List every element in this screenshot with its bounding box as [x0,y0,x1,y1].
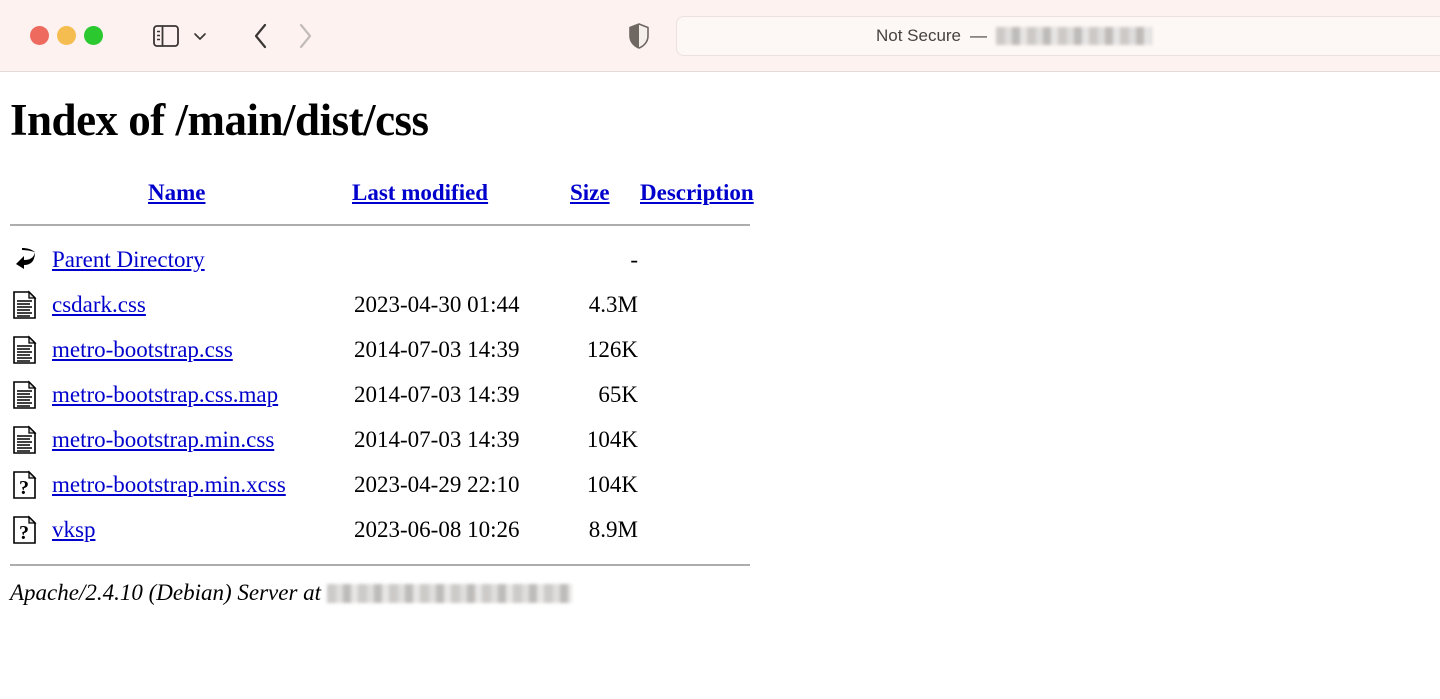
text-file-icon [10,379,40,411]
file-link[interactable]: metro-bootstrap.css.map [52,382,278,407]
text-file-icon [10,289,40,321]
directory-listing-table: Name Last modified Size Description Pare… [10,171,780,566]
row-last-modified-cell: 2014-07-03 14:39 [354,336,520,362]
back-button[interactable] [239,16,283,56]
footer-divider [10,564,750,566]
row-last-modified-cell: 2023-06-08 10:26 [354,516,520,542]
svg-text:?: ? [19,477,29,499]
row-icon-cell [10,327,52,372]
row-icon-cell [10,237,52,282]
listing-footer [10,552,780,566]
row-name-cell: metro-bootstrap.css [52,327,352,372]
row-size-cell: 104K [586,426,638,452]
forward-button[interactable] [283,16,327,56]
file-link[interactable]: metro-bootstrap.min.css [52,427,274,452]
address-content: Not Secure — [875,26,1153,46]
table-row: metro-bootstrap.css.map 2014-07-03 14:39 6… [10,372,780,417]
listing-body: Parent Directory - csdark.css 2023-04-30 01… [10,237,780,552]
sort-by-description-link[interactable]: Description [640,180,754,205]
row-size-cell: 4.3M [588,291,638,317]
row-description-cell [640,372,780,417]
file-link[interactable]: csdark.css [52,292,146,317]
column-header-name[interactable]: Name [52,171,352,215]
file-link[interactable]: Parent Directory [52,247,205,272]
column-header-icon [10,171,52,215]
row-name-cell: csdark.css [52,282,352,327]
toolbar-nav-group [103,16,327,56]
row-icon-cell: ? [10,507,52,552]
sort-by-name-link[interactable]: Name [148,180,205,205]
shield-icon[interactable] [620,17,658,55]
table-row: csdark.css 2023-04-30 01:44 4.3M [10,282,780,327]
listing-header: Name Last modified Size Description [10,171,780,237]
column-header-last-modified[interactable]: Last modified [352,171,570,215]
row-last-modified-cell: 2023-04-30 01:44 [354,291,520,317]
row-size-cell: 104K [586,471,638,497]
row-size-cell: 8.9M [588,516,638,542]
window-controls [30,26,103,45]
row-size-cell: - [630,246,638,272]
header-divider-cell [10,215,780,237]
row-icon-cell [10,282,52,327]
row-description-cell [640,507,780,552]
sort-by-last-modified-link[interactable]: Last modified [352,180,488,205]
row-last-modified-cell: 2023-04-29 22:10 [354,471,520,497]
sort-by-size-link[interactable]: Size [570,180,610,205]
chevron-down-icon[interactable] [185,21,215,51]
row-name-cell: metro-bootstrap.css.map [52,372,352,417]
row-description-cell [640,282,780,327]
file-link[interactable]: vksp [52,517,95,542]
file-link[interactable]: metro-bootstrap.min.xcss [52,472,286,497]
column-header-size[interactable]: Size [570,171,640,215]
table-row: metro-bootstrap.min.css 2014-07-03 14:39 1… [10,417,780,462]
row-description-cell [640,237,780,282]
row-last-modified-cell: 2014-07-03 14:39 [354,426,520,452]
minimize-window-button[interactable] [57,26,76,45]
row-name-cell: vksp [52,507,352,552]
row-size-cell: 65K [598,381,638,407]
file-link[interactable]: metro-bootstrap.css [52,337,233,362]
row-icon-cell [10,417,52,462]
column-header-description[interactable]: Description [640,171,780,215]
server-signature-text: Apache/2.4.10 (Debian) Server at [10,580,322,605]
directory-index-page: Index of /main/dist/css Name Last modifi… [0,72,1440,699]
text-file-icon [10,424,40,456]
sidebar-toggle-icon[interactable] [149,21,183,51]
row-size-cell: 126K [586,336,638,362]
svg-text:?: ? [19,522,29,544]
listing-header-row: Name Last modified Size Description [10,171,780,215]
table-row: metro-bootstrap.css 2014-07-03 14:39 126K [10,327,780,372]
row-description-cell [640,327,780,372]
parent-directory-icon [10,244,40,276]
row-last-modified-cell: 2014-07-03 14:39 [354,381,520,407]
server-signature: Apache/2.4.10 (Debian) Server at [10,580,1440,606]
browser-toolbar: Not Secure — [0,0,1440,72]
row-description-cell [640,417,780,462]
row-description-cell [640,462,780,507]
close-window-button[interactable] [30,26,49,45]
text-file-icon [10,334,40,366]
row-last-modified-cell [352,237,570,282]
row-name-cell: metro-bootstrap.min.css [52,417,352,462]
page-title: Index of /main/dist/css [10,95,429,145]
unknown-file-icon: ? [10,469,40,501]
table-row: Parent Directory - [10,237,780,282]
footer-divider-row [10,552,780,566]
unknown-file-icon: ? [10,514,40,546]
url-text-redacted [996,27,1153,45]
footer-divider-cell [10,552,780,566]
maximize-window-button[interactable] [84,26,103,45]
security-status-label: Not Secure [875,26,962,45]
server-host-redacted [327,583,573,603]
address-bar[interactable]: Not Secure — [676,16,1440,56]
table-row: ? metro-bootstrap.min.xcss 2023-04-29 22:1… [10,462,780,507]
row-name-cell: Parent Directory [52,237,352,282]
row-icon-cell: ? [10,462,52,507]
table-row: ? vksp 2023-06-08 10:26 8.9M [10,507,780,552]
row-icon-cell [10,372,52,417]
address-separator: — [970,26,988,45]
header-divider-row [10,215,780,237]
row-name-cell: metro-bootstrap.min.xcss [52,462,352,507]
header-divider [10,224,750,226]
